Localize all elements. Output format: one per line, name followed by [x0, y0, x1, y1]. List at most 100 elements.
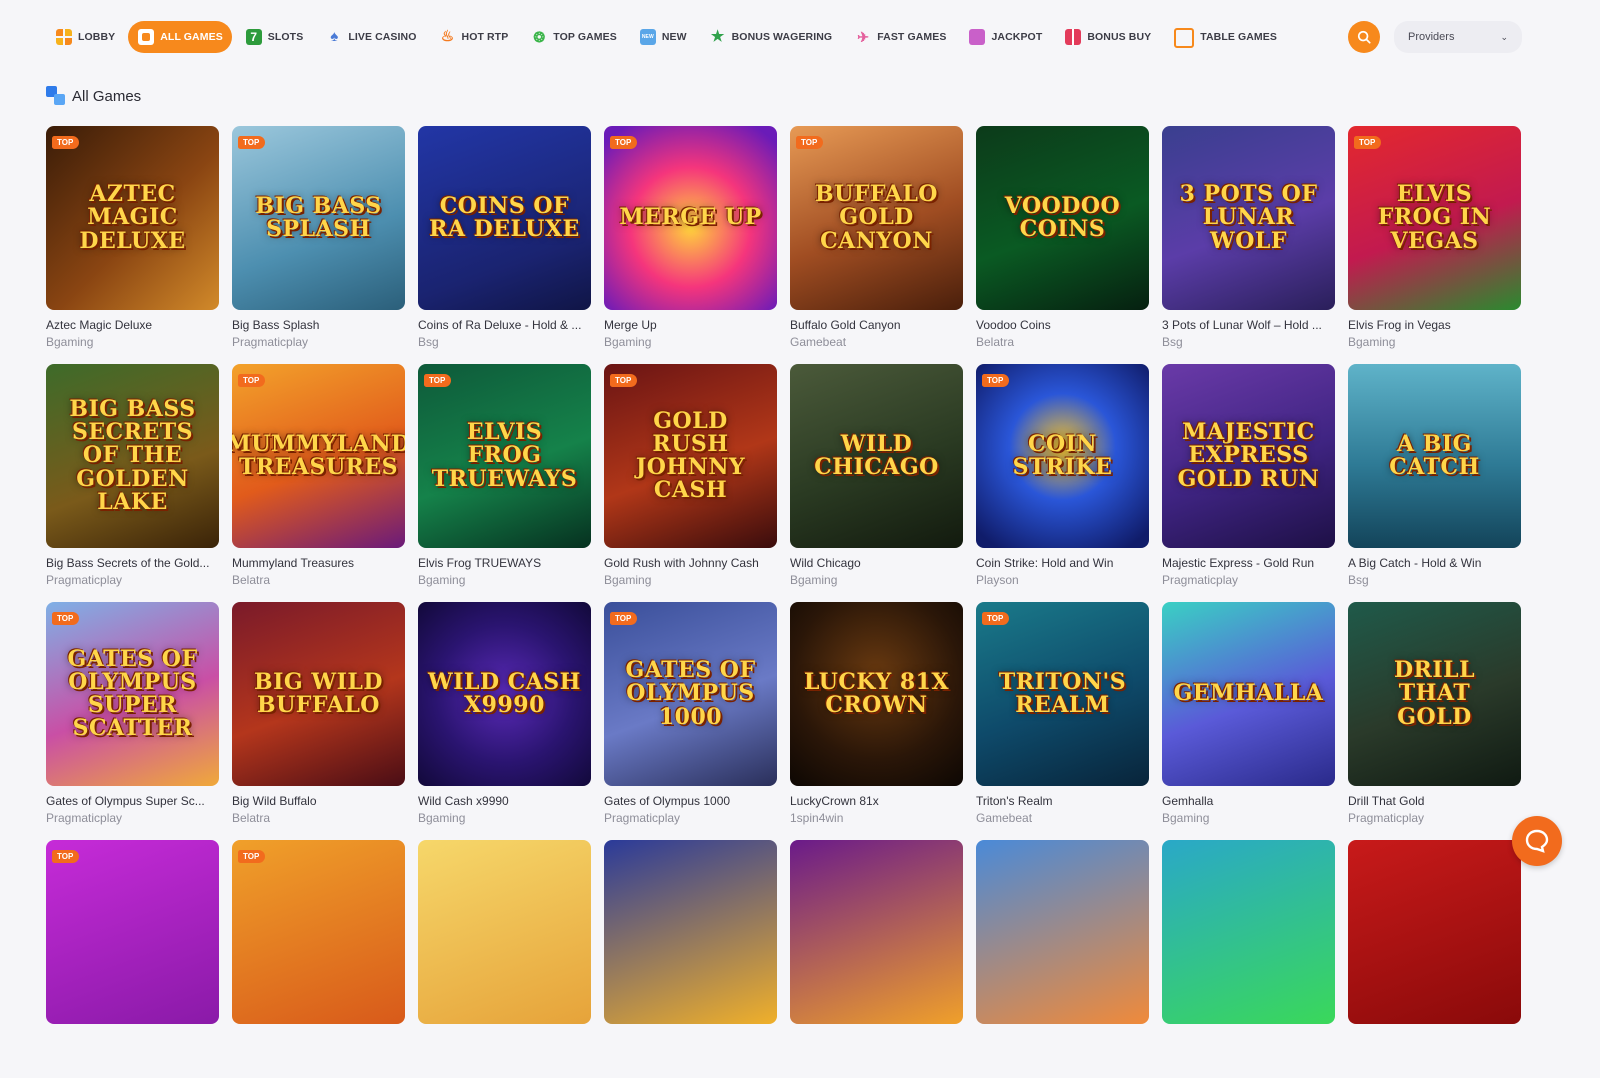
game-thumbnail[interactable]: Elvis Frog in Vegas TOP	[1348, 126, 1521, 310]
game-title[interactable]: A Big Catch - Hold & Win	[1348, 556, 1521, 570]
tab-new[interactable]: NEW New	[630, 21, 696, 53]
game-title[interactable]: Gemhalla	[1162, 794, 1335, 808]
tab-bonus-wagering[interactable]: ★ Bonus Wagering	[700, 21, 842, 53]
tab-jackpot[interactable]: Jackpot	[959, 21, 1051, 53]
game-card[interactable]: Big Bass Splash TOP Big Bass Splash Pragmat…	[232, 126, 405, 364]
game-card[interactable]	[1162, 840, 1335, 1078]
live-chat-button[interactable]	[1512, 816, 1562, 866]
game-title[interactable]: Gold Rush with Johnny Cash	[604, 556, 777, 570]
game-title[interactable]: Wild Cash x9990	[418, 794, 591, 808]
game-card[interactable]	[1348, 840, 1521, 1078]
providers-dropdown[interactable]: Providers ⌄	[1394, 21, 1522, 53]
game-title[interactable]: Coins of Ra Deluxe - Hold & ...	[418, 318, 591, 332]
game-title[interactable]: Gates of Olympus Super Sc...	[46, 794, 219, 808]
game-thumbnail[interactable]: Gold Rush Johnny Cash TOP	[604, 364, 777, 548]
game-thumbnail[interactable]	[976, 840, 1149, 1024]
game-card[interactable]: Aztec Magic Deluxe TOP Aztec Magic Deluxe B…	[46, 126, 219, 364]
game-title[interactable]: Coin Strike: Hold and Win	[976, 556, 1149, 570]
game-card[interactable]: Drill That Gold Drill That Gold Pragmaticp…	[1348, 602, 1521, 840]
game-card[interactable]: Lucky 81x Crown LuckyCrown 81x 1spin4win	[790, 602, 963, 840]
game-title[interactable]: LuckyCrown 81x	[790, 794, 963, 808]
game-card[interactable]: Big Bass Secrets of The Golden Lake Big B…	[46, 364, 219, 602]
game-card[interactable]: Gates of Olympus 1000 TOP Gates of Olympus…	[604, 602, 777, 840]
game-thumbnail[interactable]: Wild Chicago	[790, 364, 963, 548]
game-card[interactable]	[418, 840, 591, 1078]
game-card[interactable]: Wild Chicago Wild Chicago Bgaming	[790, 364, 963, 602]
game-thumbnail[interactable]	[1348, 840, 1521, 1024]
game-title[interactable]: Big Wild Buffalo	[232, 794, 405, 808]
game-title[interactable]: Majestic Express - Gold Run	[1162, 556, 1335, 570]
game-card[interactable]: Elvis Frog Trueways TOP Elvis Frog TRUEWAY…	[418, 364, 591, 602]
game-thumbnail[interactable]	[790, 840, 963, 1024]
game-title[interactable]: Mummyland Treasures	[232, 556, 405, 570]
game-card[interactable]: Buffalo Gold Canyon TOP Buffalo Gold Canyo…	[790, 126, 963, 364]
tab-live-casino[interactable]: ♠ Live Casino	[316, 21, 425, 53]
game-thumbnail[interactable]: 3 Pots of Lunar Wolf	[1162, 126, 1335, 310]
game-title[interactable]: Voodoo Coins	[976, 318, 1149, 332]
game-thumbnail[interactable]: Merge Up TOP	[604, 126, 777, 310]
tab-bonus-buy[interactable]: Bonus Buy	[1055, 21, 1160, 53]
game-title[interactable]: Drill That Gold	[1348, 794, 1521, 808]
game-title[interactable]: Merge Up	[604, 318, 777, 332]
game-thumbnail[interactable]: A Big Catch	[1348, 364, 1521, 548]
game-title[interactable]: Gates of Olympus 1000	[604, 794, 777, 808]
game-card[interactable]: TOP	[46, 840, 219, 1078]
tab-table-games[interactable]: Table Games	[1164, 21, 1286, 53]
game-card[interactable]: Big Wild Buffalo Big Wild Buffalo Belatra	[232, 602, 405, 840]
game-thumbnail[interactable]: Drill That Gold	[1348, 602, 1521, 786]
game-title[interactable]: Aztec Magic Deluxe	[46, 318, 219, 332]
game-card[interactable]: 3 Pots of Lunar Wolf 3 Pots of Lunar Wolf…	[1162, 126, 1335, 364]
game-card[interactable]: Voodoo Coins Voodoo Coins Belatra	[976, 126, 1149, 364]
tab-slots[interactable]: 7 Slots	[236, 21, 313, 53]
game-thumbnail[interactable]: Wild Cash x9990	[418, 602, 591, 786]
game-title[interactable]: Buffalo Gold Canyon	[790, 318, 963, 332]
game-thumbnail[interactable]: Aztec Magic Deluxe TOP	[46, 126, 219, 310]
game-thumbnail[interactable]	[604, 840, 777, 1024]
game-thumbnail[interactable]: Elvis Frog Trueways TOP	[418, 364, 591, 548]
game-title[interactable]: Wild Chicago	[790, 556, 963, 570]
game-thumbnail[interactable]: Big Bass Secrets of The Golden Lake	[46, 364, 219, 548]
game-title[interactable]: 3 Pots of Lunar Wolf – Hold ...	[1162, 318, 1335, 332]
game-card[interactable]: Elvis Frog in Vegas TOP Elvis Frog in Vega…	[1348, 126, 1521, 364]
game-thumbnail[interactable]	[1162, 840, 1335, 1024]
game-thumbnail[interactable]: Big Bass Splash TOP	[232, 126, 405, 310]
game-thumbnail[interactable]	[418, 840, 591, 1024]
game-card[interactable]: Gemhalla Gemhalla Bgaming	[1162, 602, 1335, 840]
game-card[interactable]	[790, 840, 963, 1078]
game-card[interactable]: TOP	[232, 840, 405, 1078]
game-thumbnail[interactable]: Triton's Realm TOP	[976, 602, 1149, 786]
game-title[interactable]: Elvis Frog in Vegas	[1348, 318, 1521, 332]
game-card[interactable]: Gates of Olympus Super Scatter TOP Gates o…	[46, 602, 219, 840]
game-thumbnail[interactable]: Gates of Olympus 1000 TOP	[604, 602, 777, 786]
game-card[interactable]: Triton's Realm TOP Triton's Realm Gamebeat	[976, 602, 1149, 840]
game-card[interactable]	[604, 840, 777, 1078]
search-button[interactable]	[1348, 21, 1380, 53]
game-title[interactable]: Triton's Realm	[976, 794, 1149, 808]
game-title[interactable]: Elvis Frog TRUEWAYS	[418, 556, 591, 570]
game-thumbnail[interactable]: Voodoo Coins	[976, 126, 1149, 310]
game-card[interactable]: Mummyland Treasures TOP Mummyland Treasure…	[232, 364, 405, 602]
tab-hot-rtp[interactable]: ♨ Hot RTP	[430, 21, 518, 53]
game-card[interactable]	[976, 840, 1149, 1078]
game-thumbnail[interactable]: Buffalo Gold Canyon TOP	[790, 126, 963, 310]
game-thumbnail[interactable]: Majestic Express Gold Run	[1162, 364, 1335, 548]
game-card[interactable]: Majestic Express Gold Run Majestic Expres…	[1162, 364, 1335, 602]
game-card[interactable]: Gold Rush Johnny Cash TOP Gold Rush with J…	[604, 364, 777, 602]
game-thumbnail[interactable]: Lucky 81x Crown	[790, 602, 963, 786]
game-thumbnail[interactable]: Coins of Ra Deluxe	[418, 126, 591, 310]
game-thumbnail[interactable]: Coin Strike TOP	[976, 364, 1149, 548]
tab-lobby[interactable]: Lobby	[46, 21, 124, 53]
game-thumbnail[interactable]: Gates of Olympus Super Scatter TOP	[46, 602, 219, 786]
game-thumbnail[interactable]: Mummyland Treasures TOP	[232, 364, 405, 548]
game-title[interactable]: Big Bass Secrets of the Gold...	[46, 556, 219, 570]
game-card[interactable]: Wild Cash x9990 Wild Cash x9990 Bgaming	[418, 602, 591, 840]
game-card[interactable]: Coin Strike TOP Coin Strike: Hold and Win P…	[976, 364, 1149, 602]
game-card[interactable]: Coins of Ra Deluxe Coins of Ra Deluxe - H…	[418, 126, 591, 364]
game-thumbnail[interactable]: Gemhalla	[1162, 602, 1335, 786]
tab-all-games[interactable]: All Games	[128, 21, 232, 53]
game-card[interactable]: A Big Catch A Big Catch - Hold & Win Bsg	[1348, 364, 1521, 602]
game-thumbnail[interactable]: Big Wild Buffalo	[232, 602, 405, 786]
game-card[interactable]: Merge Up TOP Merge Up Bgaming	[604, 126, 777, 364]
game-thumbnail[interactable]: TOP	[46, 840, 219, 1024]
tab-fast-games[interactable]: ✈ Fast Games	[845, 21, 955, 53]
